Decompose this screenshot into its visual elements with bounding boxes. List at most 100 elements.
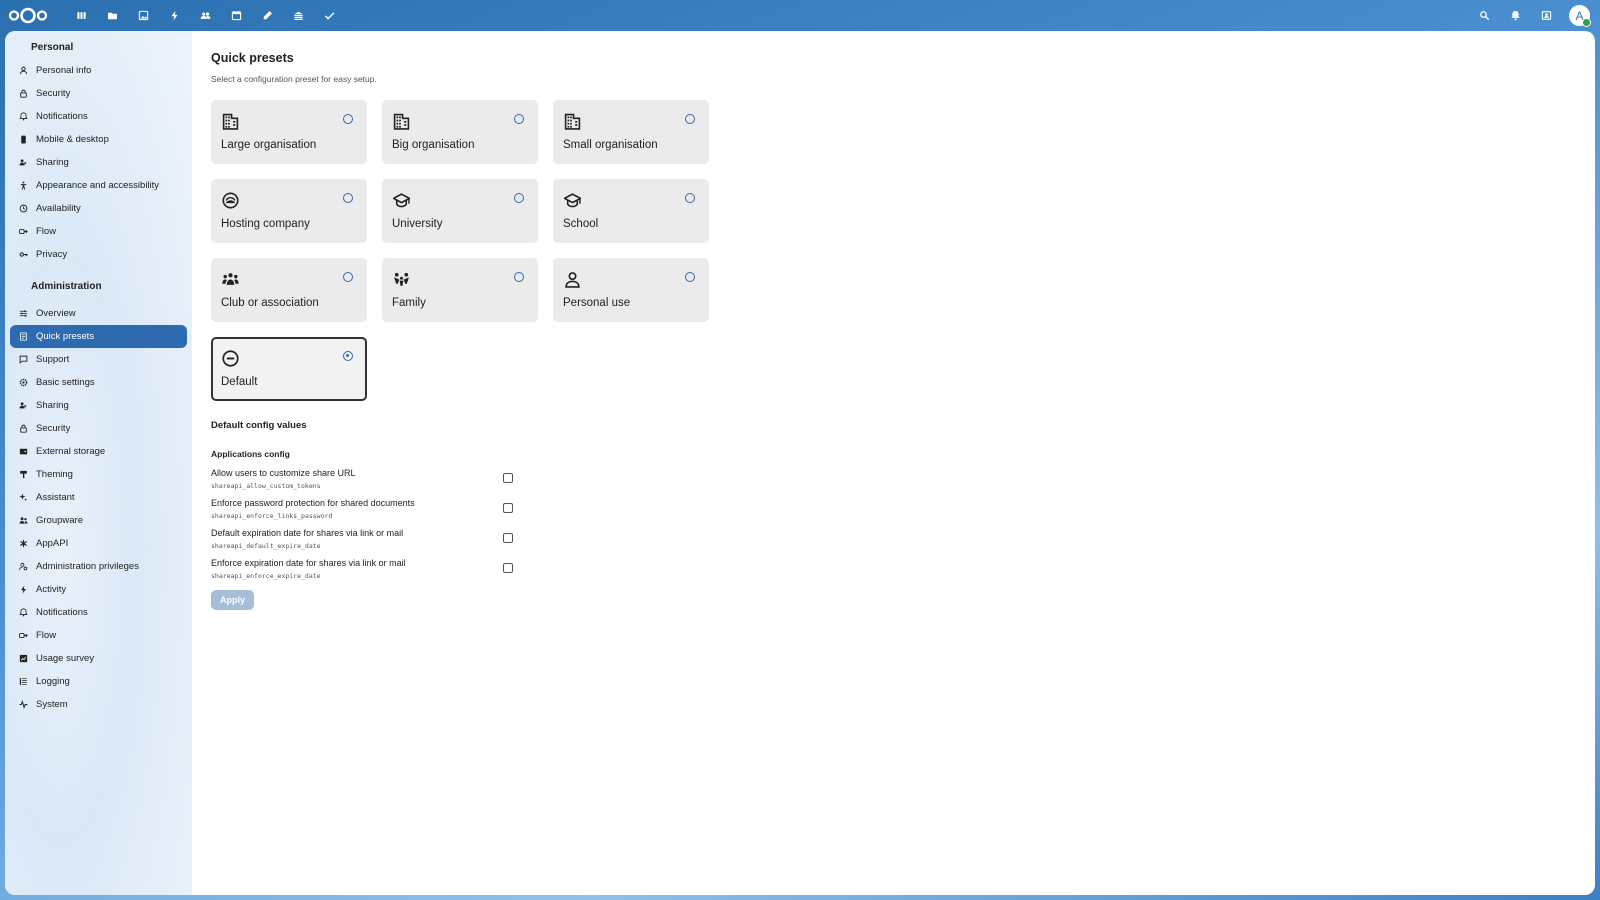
- user-icon: [18, 66, 28, 76]
- preset-radio[interactable]: [685, 114, 695, 124]
- sidebar-item[interactable]: Usage survey: [10, 647, 187, 670]
- group-icon: [18, 516, 28, 526]
- calendar-icon[interactable]: [221, 0, 252, 31]
- notes-icon[interactable]: [252, 0, 283, 31]
- config-label: Enforce expiration date for shares via l…: [211, 558, 406, 568]
- config-checkbox[interactable]: [503, 473, 513, 483]
- preset-card[interactable]: Small organisation: [553, 100, 709, 164]
- support-icon: [18, 355, 28, 365]
- sidebar-item-label: Flow: [36, 226, 57, 237]
- preset-card[interactable]: School: [553, 179, 709, 243]
- config-label: Allow users to customize share URL: [211, 468, 356, 478]
- preset-card[interactable]: Default: [211, 337, 367, 401]
- config-checkbox[interactable]: [503, 563, 513, 573]
- sidebar-item[interactable]: Activity: [10, 578, 187, 601]
- sidebar-item[interactable]: Basic settings: [10, 371, 187, 394]
- sidebar-item[interactable]: Quick presets: [10, 325, 187, 348]
- header-actions: A: [1470, 0, 1591, 31]
- preset-card[interactable]: Hosting company: [211, 179, 367, 243]
- phone-icon: [18, 135, 28, 145]
- flow-icon: [18, 631, 28, 641]
- preset-radio[interactable]: [685, 272, 695, 282]
- sidebar-item-label: Overview: [36, 308, 76, 319]
- preset-radio[interactable]: [514, 193, 524, 203]
- sidebar-item[interactable]: Sharing: [10, 151, 187, 174]
- key-icon: [18, 250, 28, 260]
- tasks-icon[interactable]: [314, 0, 345, 31]
- nextcloud-logo[interactable]: [8, 7, 48, 24]
- sidebar-item-label: Quick presets: [36, 331, 95, 342]
- config-checkbox[interactable]: [503, 533, 513, 543]
- sidebar-item[interactable]: External storage: [10, 440, 187, 463]
- sidebar-item[interactable]: AppAPI: [10, 532, 187, 555]
- preset-radio[interactable]: [343, 272, 353, 282]
- preset-card[interactable]: Club or association: [211, 258, 367, 322]
- preset-card[interactable]: University: [382, 179, 538, 243]
- sidebar-item-label: Administration privileges: [36, 561, 139, 572]
- minus-circle-icon: [222, 350, 239, 367]
- sidebar-item[interactable]: Security: [10, 417, 187, 440]
- list-icon: [18, 677, 28, 687]
- people-group-icon: [222, 271, 239, 288]
- user-avatar[interactable]: A: [1569, 5, 1591, 27]
- preset-card[interactable]: Family: [382, 258, 538, 322]
- preset-radio[interactable]: [343, 351, 353, 361]
- default-config-title: Default config values: [211, 420, 307, 431]
- preset-label: University: [392, 218, 443, 230]
- sidebar-item[interactable]: Overview: [10, 302, 187, 325]
- apply-button[interactable]: Apply: [211, 590, 254, 610]
- sidebar-item[interactable]: Flow: [10, 220, 187, 243]
- sidebar-item-label: Groupware: [36, 515, 83, 526]
- top-header: A: [0, 0, 1600, 31]
- search-icon[interactable]: [1470, 2, 1498, 30]
- files-icon[interactable]: [97, 0, 128, 31]
- share-icon: [18, 401, 28, 411]
- sidebar-item[interactable]: Security: [10, 82, 187, 105]
- preset-label: Family: [392, 297, 426, 309]
- preset-radio[interactable]: [514, 272, 524, 282]
- preset-radio[interactable]: [514, 114, 524, 124]
- building-icon: [222, 113, 239, 130]
- preset-card[interactable]: Big organisation: [382, 100, 538, 164]
- sidebar-item[interactable]: Logging: [10, 670, 187, 693]
- preset-radio[interactable]: [685, 193, 695, 203]
- sidebar-item[interactable]: Theming: [10, 463, 187, 486]
- config-checkbox[interactable]: [503, 503, 513, 513]
- sidebar-item[interactable]: Support: [10, 348, 187, 371]
- activity-icon[interactable]: [159, 0, 190, 31]
- config-label: Enforce password protection for shared d…: [211, 498, 415, 508]
- config-key: shareapi_allow_custom_tokens: [211, 482, 321, 490]
- sidebar-item[interactable]: Appearance and accessibility: [10, 174, 187, 197]
- sidebar-item[interactable]: Availability: [10, 197, 187, 220]
- sidebar-item[interactable]: Administration privileges: [10, 555, 187, 578]
- clock-icon: [18, 204, 28, 214]
- lock-icon: [18, 89, 28, 99]
- preset-card[interactable]: Personal use: [553, 258, 709, 322]
- sidebar-item[interactable]: Personal info: [10, 59, 187, 82]
- contacts-icon[interactable]: [190, 0, 221, 31]
- preset-label: Default: [221, 376, 258, 388]
- sidebar-item[interactable]: Assistant: [10, 486, 187, 509]
- preset-radio[interactable]: [343, 193, 353, 203]
- sidebar-item[interactable]: Notifications: [10, 601, 187, 624]
- person-icon: [564, 271, 581, 288]
- sidebar-item[interactable]: Flow: [10, 624, 187, 647]
- preset-card[interactable]: Large organisation: [211, 100, 367, 164]
- sidebar-item[interactable]: System: [10, 693, 187, 716]
- sidebar-item[interactable]: Notifications: [10, 105, 187, 128]
- sidebar-item[interactable]: Privacy: [10, 243, 187, 266]
- sidebar-item[interactable]: Groupware: [10, 509, 187, 532]
- photos-icon[interactable]: [128, 0, 159, 31]
- notifications-icon[interactable]: [1501, 2, 1529, 30]
- deck-icon[interactable]: [283, 0, 314, 31]
- page-description: Select a configuration preset for easy s…: [211, 74, 377, 84]
- personal-heading: Personal: [31, 42, 74, 53]
- preset-label: Club or association: [221, 297, 319, 309]
- contacts-menu-icon[interactable]: [1532, 2, 1560, 30]
- sidebar-item[interactable]: Sharing: [10, 394, 187, 417]
- dashboard-icon[interactable]: [66, 0, 97, 31]
- preset-radio[interactable]: [343, 114, 353, 124]
- config-label: Default expiration date for shares via l…: [211, 528, 404, 538]
- presets-icon: [18, 332, 28, 342]
- sidebar-item[interactable]: Mobile & desktop: [10, 128, 187, 151]
